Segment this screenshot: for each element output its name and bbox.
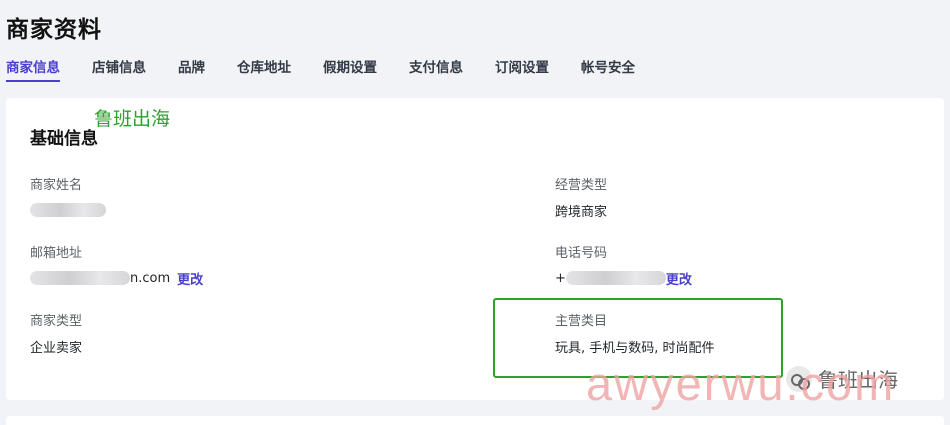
redacted-merchant-name	[30, 203, 106, 217]
merchant-name-value	[30, 200, 390, 220]
phone-value: + 更改	[555, 268, 915, 288]
tab-warehouse-address[interactable]: 仓库地址	[237, 56, 291, 84]
basic-info-card: 鲁班出海 基础信息 商家姓名 经营类型 跨境商家 邮箱地址 n.com 更改 电…	[6, 98, 944, 400]
merchant-type-label: 商家类型	[30, 314, 83, 329]
tab-brand[interactable]: 品牌	[178, 56, 205, 84]
email-value: n.com 更改	[30, 268, 390, 288]
field-merchant-name: 商家姓名	[30, 174, 390, 220]
email-edit-link[interactable]: 更改	[177, 269, 203, 288]
email-label: 邮箱地址	[30, 246, 83, 261]
business-type-label: 经营类型	[555, 178, 608, 193]
tab-holiday-settings[interactable]: 假期设置	[323, 56, 377, 84]
tab-subscription-settings[interactable]: 订阅设置	[495, 56, 549, 84]
tab-store-info[interactable]: 店铺信息	[92, 56, 146, 84]
field-phone: 电话号码 + 更改	[555, 242, 915, 288]
business-type-value: 跨境商家	[555, 204, 608, 220]
section-title: 基础信息	[30, 129, 98, 149]
phone-prefix: +	[555, 270, 566, 286]
redacted-email	[30, 271, 130, 285]
field-email: 邮箱地址 n.com 更改	[30, 242, 390, 288]
tab-account-security[interactable]: 帐号安全	[581, 56, 635, 84]
tab-merchant-info[interactable]: 商家信息	[6, 56, 60, 84]
phone-label: 电话号码	[555, 246, 608, 261]
next-card	[6, 416, 944, 425]
redacted-phone	[565, 271, 666, 285]
merchant-type-value: 企业卖家	[30, 340, 83, 356]
tab-payment-info[interactable]: 支付信息	[409, 56, 463, 84]
watermark-text: 鲁班出海	[94, 108, 171, 130]
field-merchant-type: 商家类型 企业卖家	[30, 310, 390, 356]
field-business-type: 经营类型 跨境商家	[555, 174, 915, 220]
email-suffix: n.com	[130, 270, 171, 286]
watermark-domain: awyerwu.com	[586, 357, 896, 410]
phone-edit-link[interactable]: 更改	[666, 269, 692, 288]
page-title: 商家资料	[6, 17, 102, 43]
tab-bar: 商家信息 店铺信息 品牌 仓库地址 假期设置 支付信息 订阅设置 帐号安全	[6, 56, 667, 84]
merchant-name-label: 商家姓名	[30, 178, 83, 193]
